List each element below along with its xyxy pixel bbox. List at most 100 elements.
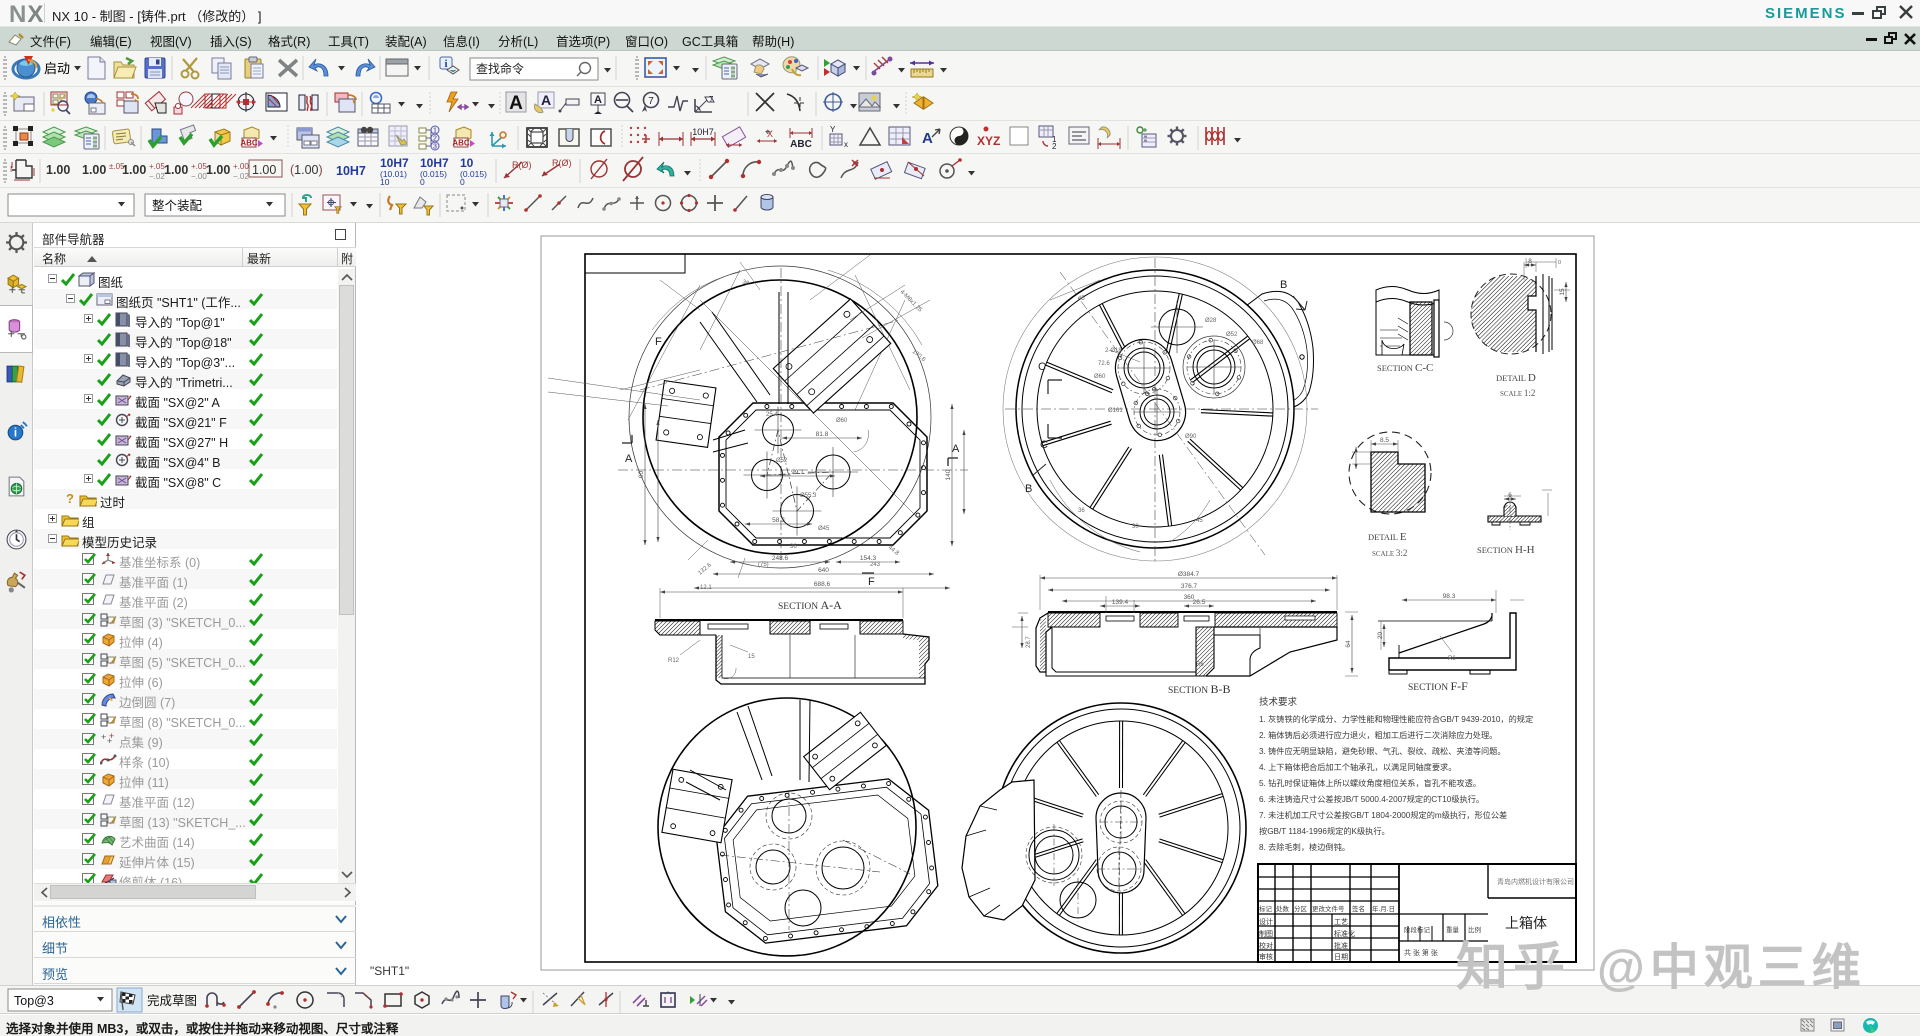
svg-text:1.00: 1.00 (46, 163, 70, 177)
svg-text:10H7: 10H7 (380, 156, 409, 170)
svg-text:12.1: 12.1 (700, 585, 712, 591)
svg-text:审核: 审核 (1259, 952, 1273, 961)
svg-text:A: A (952, 443, 960, 455)
svg-text:15: 15 (748, 654, 755, 660)
svg-text:B: B (1025, 483, 1032, 495)
svg-text:36: 36 (790, 544, 797, 550)
svg-text:年.月.日: 年.月.日 (1372, 904, 1395, 913)
svg-text:Ø60: Ø60 (836, 418, 848, 424)
svg-text:A: A (922, 130, 933, 147)
svg-text:139.4: 139.4 (1112, 599, 1129, 606)
svg-text:8. 去除毛刺，棱边倒钝。: 8. 去除毛刺，棱边倒钝。 (1259, 842, 1350, 852)
svg-text:F: F (868, 576, 875, 588)
svg-text:25.4: 25.4 (766, 412, 778, 418)
svg-text:Ø68: Ø68 (1252, 340, 1264, 346)
svg-text:2: 2 (1052, 142, 1057, 151)
svg-text:i: i (14, 428, 17, 440)
svg-text:C: C (1040, 439, 1048, 451)
svg-text:设计: 设计 (1259, 917, 1273, 926)
svg-text:81.8: 81.8 (816, 431, 829, 438)
svg-text:+.05: +.05 (191, 162, 207, 171)
svg-text:(75): (75) (758, 562, 769, 568)
svg-text:45: 45 (1196, 518, 1203, 524)
svg-text:X: X (767, 129, 773, 139)
svg-text:Ø28: Ø28 (1205, 318, 1217, 324)
svg-text:Ø52: Ø52 (1226, 332, 1238, 338)
svg-text:按GB/T 1184-1996规定的K级执行。: 按GB/T 1184-1996规定的K级执行。 (1259, 826, 1390, 836)
svg-text:SECTION C-C: SECTION C-C (1377, 362, 1433, 374)
svg-text:R12: R12 (668, 658, 680, 664)
svg-text:1.00: 1.00 (252, 163, 276, 177)
svg-text:1.00: 1.00 (206, 163, 230, 177)
svg-text:启动: 启动 (44, 61, 70, 76)
svg-text:A: A (541, 92, 551, 108)
svg-text:10H7: 10H7 (692, 127, 714, 137)
svg-text:6: 6 (1508, 492, 1512, 499)
svg-text:工艺: 工艺 (1334, 918, 1348, 926)
svg-text:ABC: ABC (790, 139, 812, 150)
svg-text:技术要求: 技术要求 (1259, 696, 1298, 708)
svg-text:8.5: 8.5 (1380, 437, 1389, 444)
svg-text:Ø52: Ø52 (776, 458, 788, 464)
svg-text:SECTION H-H: SECTION H-H (1477, 544, 1535, 556)
svg-text:SCALE 3:2: SCALE 3:2 (1372, 548, 1407, 558)
svg-text:Y: Y (830, 125, 836, 134)
svg-text:0: 0 (1558, 260, 1561, 266)
svg-text:I: I (10, 165, 12, 174)
svg-text:A: A (625, 453, 633, 465)
svg-text:ABC: ABC (240, 139, 258, 148)
svg-text:(1.00): (1.00) (290, 163, 323, 177)
svg-text:Top@3: Top@3 (14, 994, 54, 1008)
svg-text:1.00: 1.00 (82, 163, 106, 177)
svg-text:20: 20 (1377, 632, 1384, 640)
svg-text:Ø60: Ø60 (1094, 374, 1106, 380)
svg-text:DETAIL D: DETAIL D (1496, 372, 1536, 384)
svg-text:x: x (844, 140, 848, 149)
svg-text:688.6: 688.6 (814, 581, 831, 588)
svg-text:58.3: 58.3 (772, 517, 785, 524)
svg-text:F: F (655, 336, 662, 348)
svg-text:共 张 第 张: 共 张 第 张 (1404, 948, 1438, 957)
svg-text:2-Ø18: 2-Ø18 (1105, 348, 1122, 354)
svg-text:R(Ø): R(Ø) (552, 158, 572, 168)
svg-text:批准: 批准 (1334, 941, 1348, 950)
svg-text:28.7: 28.7 (1026, 636, 1032, 648)
svg-text:整个装配: 整个装配 (152, 198, 203, 213)
svg-text:10: 10 (460, 156, 474, 170)
svg-text:DETAIL E: DETAIL E (1368, 531, 1407, 543)
svg-text:72.6: 72.6 (1098, 361, 1110, 367)
svg-text:248.6: 248.6 (772, 555, 789, 562)
svg-text:90: 90 (638, 471, 645, 479)
svg-text:i: i (444, 58, 447, 70)
svg-text:1.00: 1.00 (164, 163, 188, 177)
svg-text:640: 640 (818, 567, 829, 574)
svg-text:7. 未注机加工尺寸公差按GB/T 1804-2000规定的: 7. 未注机加工尺寸公差按GB/T 1804-2000规定的m级执行，形位公差 (1259, 810, 1507, 820)
svg-text:查找命令: 查找命令 (476, 61, 524, 76)
svg-text:99.1: 99.1 (791, 469, 804, 476)
svg-text:完成草图: 完成草图 (147, 993, 197, 1008)
svg-text:Ø384.7: Ø384.7 (1178, 571, 1200, 578)
svg-text:1.00: 1.00 (122, 163, 146, 177)
svg-text:B: B (1280, 279, 1287, 291)
svg-text:制图: 制图 (1259, 929, 1273, 938)
svg-text:Ø90: Ø90 (1185, 434, 1197, 440)
svg-text:10H7: 10H7 (420, 156, 449, 170)
svg-text:64: 64 (1345, 640, 1352, 648)
svg-text:分区: 分区 (1294, 904, 1308, 913)
svg-text:10H7: 10H7 (336, 164, 366, 178)
svg-text:签名: 签名 (1352, 904, 1365, 913)
svg-text:−.02: −.02 (149, 172, 165, 181)
svg-text:1: 1 (433, 128, 437, 135)
svg-text:154.3: 154.3 (860, 555, 877, 562)
svg-text:2. 箱体铸后必须进行应力退火，粗加工后进行二次消除应力处理: 2. 箱体铸后必须进行应力退火，粗加工后进行二次消除应力处理。 (1259, 730, 1497, 740)
svg-text:R6: R6 (1448, 656, 1456, 662)
svg-text:更改文件号: 更改文件号 (1312, 904, 1345, 913)
svg-text:C: C (1038, 361, 1046, 373)
svg-text:0: 0 (420, 177, 425, 187)
svg-text:+.00: +.00 (233, 162, 249, 171)
svg-text:7: 7 (648, 96, 654, 107)
svg-text:A: A (594, 94, 602, 106)
svg-text:10: 10 (380, 177, 390, 187)
svg-text:+.05: +.05 (149, 162, 165, 171)
svg-text:6. 未注铸造尺寸公差按JB/T 5000.4-2007规定: 6. 未注铸造尺寸公差按JB/T 5000.4-2007规定的CT10级执行。 (1259, 794, 1484, 804)
